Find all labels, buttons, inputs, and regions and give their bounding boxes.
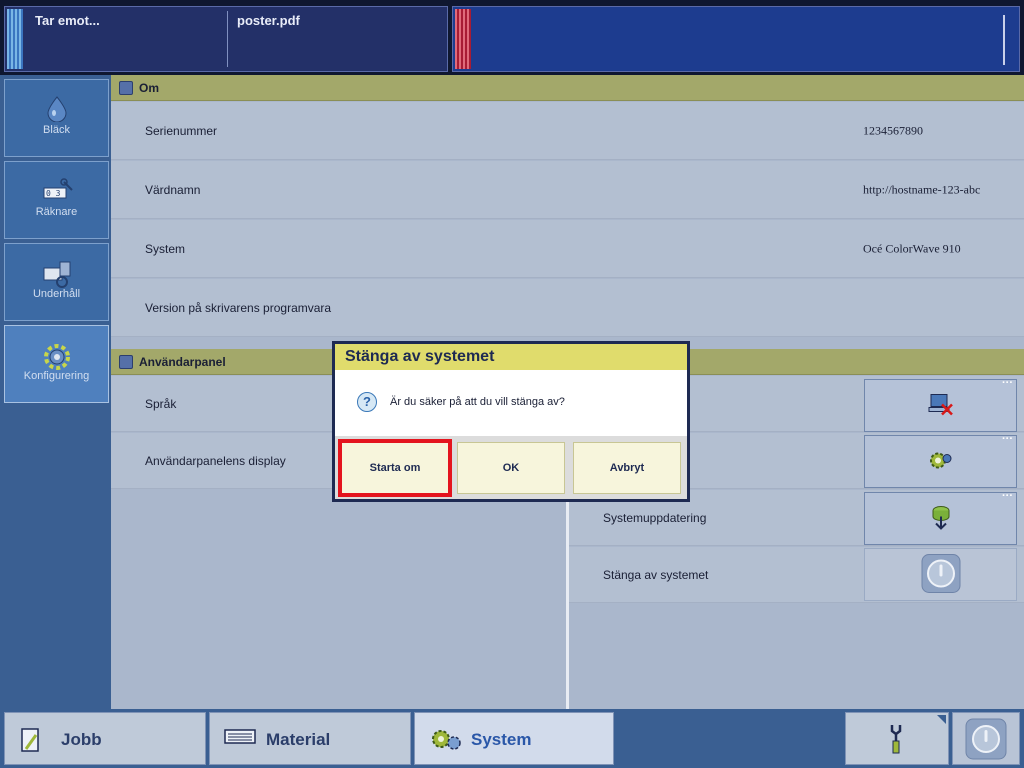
ok-button[interactable]: OK xyxy=(457,442,565,494)
power-button[interactable] xyxy=(952,712,1020,765)
about-value-system: Océ ColorWave 910 xyxy=(863,241,961,255)
dialog-body: ? Är du säker på att du vill stänga av? xyxy=(335,370,687,436)
about-value-serial: 1234567890 xyxy=(863,123,923,137)
remote-access-button[interactable]: ··· xyxy=(864,377,1017,432)
shutdown-button[interactable] xyxy=(864,548,1017,601)
counter-icon: 0 3 xyxy=(42,178,73,202)
update-arrow-icon xyxy=(930,504,952,533)
section-user-panel-title: Användarpanel xyxy=(139,355,226,369)
nav-item-configuration[interactable]: Konfigurering xyxy=(4,325,109,403)
current-job-panel[interactable]: Tar emot... poster.pdf xyxy=(4,6,448,72)
tab-material-label: Material xyxy=(266,730,331,749)
section-header-about: Om xyxy=(111,75,1024,101)
dialog-footer: Starta om OK Avbryt xyxy=(335,436,687,499)
more-options-icon: ··· xyxy=(1002,490,1013,502)
job-status-text: Tar emot... xyxy=(35,13,100,28)
tab-system[interactable]: System xyxy=(414,712,614,765)
cancel-button[interactable]: Avbryt xyxy=(573,442,681,494)
tab-jobs-label: Jobb xyxy=(61,730,102,749)
top-status-bar: Tar emot... poster.pdf xyxy=(0,0,1024,75)
power-icon xyxy=(921,553,961,596)
system-label-update: Systemuppdatering xyxy=(603,510,707,525)
nav-label-configuration: Konfigurering xyxy=(23,370,90,382)
svg-text:0 3: 0 3 xyxy=(46,189,61,198)
about-row-software-version: Version på skrivarens programvara xyxy=(111,279,1024,337)
system-gears-icon xyxy=(429,727,463,758)
queue-status-stripe xyxy=(455,9,471,69)
menu-corner-indicator xyxy=(937,715,946,724)
about-label-hostname: Värdnamn xyxy=(145,182,201,197)
job-divider xyxy=(227,11,228,67)
user-panel-label-display: Användarpanelens display xyxy=(145,453,286,468)
queue-divider xyxy=(1003,15,1005,65)
question-icon: ? xyxy=(357,392,377,412)
tools-button[interactable] xyxy=(845,712,949,765)
tab-material[interactable]: Material xyxy=(209,712,411,765)
about-value-hostname: http://hostname-123-abc xyxy=(863,182,981,196)
dialog-message: Är du säker på att du vill stänga av? xyxy=(390,396,565,408)
power-bottom-icon xyxy=(965,718,1007,763)
section-about-icon xyxy=(119,81,133,95)
about-row-hostname: Värdnamn http://hostname-123-abc xyxy=(111,161,1024,219)
about-row-serial: Serienummer 1234567890 xyxy=(111,102,1024,160)
system-update-button[interactable]: ··· xyxy=(864,490,1017,545)
nav-label-counters: Räknare xyxy=(35,206,78,218)
left-navigation: Bläck 0 3 Räknare Underhåll Konfigurerin… xyxy=(0,75,111,709)
nav-item-ink[interactable]: Bläck xyxy=(4,79,109,157)
job-progress-stripe xyxy=(7,9,23,69)
about-label-serial: Serienummer xyxy=(145,123,218,138)
more-options-icon: ··· xyxy=(1002,377,1013,389)
tab-jobs[interactable]: Jobb xyxy=(4,712,206,765)
section-about-title: Om xyxy=(139,81,160,95)
about-label-software-version: Version på skrivarens programvara xyxy=(145,300,332,315)
shutdown-dialog: Stänga av systemet ? Är du säker på att … xyxy=(332,341,690,502)
nav-label-ink: Bläck xyxy=(43,124,70,136)
bottom-navigation: Jobb Material System xyxy=(0,709,1024,768)
system-label-shutdown: Stänga av systemet xyxy=(603,567,709,582)
nav-label-maintenance: Underhåll xyxy=(32,288,81,300)
about-label-system: System xyxy=(145,241,186,256)
nav-item-counters[interactable]: 0 3 Räknare xyxy=(4,161,109,239)
dialog-title: Stänga av systemet xyxy=(335,344,687,370)
nav-item-maintenance[interactable]: Underhåll xyxy=(4,243,109,321)
wrench-icon xyxy=(886,723,906,758)
ink-drop-icon xyxy=(42,96,72,123)
queue-panel[interactable] xyxy=(452,6,1020,72)
job-file-name: poster.pdf xyxy=(237,13,300,28)
computer-remove-icon xyxy=(928,392,954,419)
more-options-icon: ··· xyxy=(1002,433,1013,445)
restart-button[interactable]: Starta om xyxy=(338,439,452,497)
section-user-panel-icon xyxy=(119,355,133,369)
maintenance-icon xyxy=(42,260,72,288)
user-panel-label-language: Språk xyxy=(145,396,177,411)
system-settings-button[interactable]: ··· xyxy=(864,433,1017,488)
jobs-document-icon xyxy=(19,727,43,758)
gear-config-icon xyxy=(42,342,72,370)
about-row-system: System Océ ColorWave 910 xyxy=(111,220,1024,278)
tab-system-label: System xyxy=(471,730,532,749)
gears-icon xyxy=(928,449,954,474)
material-roll-icon xyxy=(224,727,256,752)
